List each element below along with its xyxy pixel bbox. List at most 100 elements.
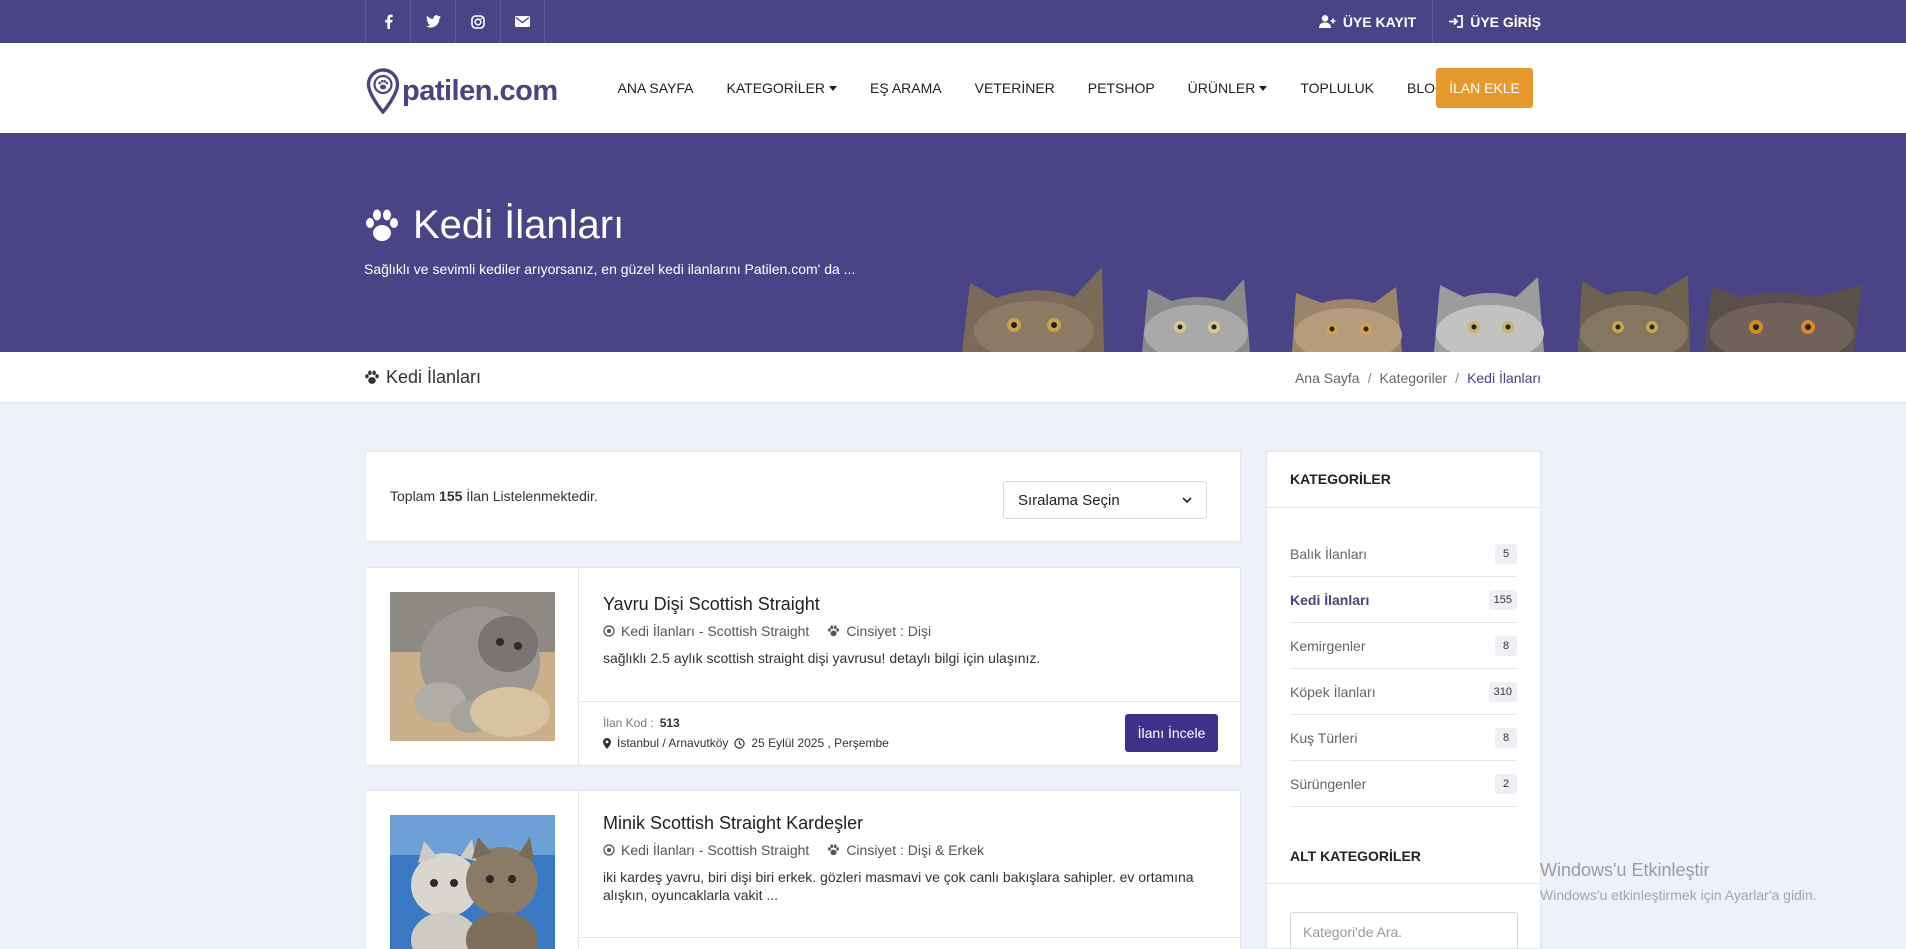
login-label: ÜYE GİRİŞ	[1470, 13, 1541, 30]
nav-item-veteriner[interactable]: VETERİNER	[958, 80, 1071, 96]
clock-icon	[734, 737, 746, 749]
category-item-kemirgenler[interactable]: Kemirgenler 8	[1290, 623, 1517, 669]
listing-title[interactable]: Minik Scottish Straight Kardeşler	[603, 813, 1220, 834]
nav-item-label: TOPLULUK	[1300, 80, 1375, 96]
listing-thumb-col	[366, 791, 579, 949]
category-count-badge: 155	[1488, 589, 1517, 610]
listing-location-text: İstanbul / Arnavutköy	[617, 736, 729, 750]
listing-photo[interactable]	[390, 592, 555, 741]
page-title: Kedi İlanları	[364, 367, 481, 388]
paw-icon	[366, 209, 398, 241]
category-label: Köpek İlanları	[1290, 683, 1376, 700]
category-label: Sürüngenler	[1290, 775, 1367, 792]
listing-category-text: Kedi İlanları - Scottish Straight	[621, 623, 810, 639]
category-search-input[interactable]: Kategori'de Ara.	[1290, 912, 1518, 949]
category-item-kedi[interactable]: Kedi İlanları 155	[1290, 577, 1517, 623]
envelope-icon[interactable]	[500, 0, 545, 43]
dot-circle-icon	[603, 625, 615, 637]
listing-description: iki kardeş yavru, biri dişi biri erkek. …	[603, 869, 1194, 903]
category-item-kus[interactable]: Kuş Türleri 8	[1290, 715, 1517, 761]
category-list: Balık İlanları 5 Kedi İlanları 155 Kemirge…	[1267, 508, 1540, 807]
map-marker-icon	[603, 737, 611, 749]
nav-item-urunler[interactable]: ÜRÜNLER	[1171, 80, 1284, 96]
paw-icon	[828, 844, 840, 856]
count-value: 155	[439, 488, 463, 504]
listing-meta: Kedi İlanları - Scottish Straight Cinsiy…	[603, 842, 1220, 858]
listing-photo[interactable]	[390, 815, 555, 949]
listing-location: İstanbul / Arnavutköy 25 Eylül 2025 , Pe…	[603, 736, 889, 750]
listing-category: Kedi İlanları - Scottish Straight	[603, 842, 809, 858]
category-label: Kuş Türleri	[1290, 729, 1358, 746]
category-count-badge: 8	[1495, 727, 1517, 748]
listing-meta: Kedi İlanları - Scottish Straight Cinsiy…	[603, 623, 1220, 639]
cats-banner-image	[962, 267, 1862, 352]
view-listing-button[interactable]: İlanı İncele	[1125, 714, 1218, 752]
nav-item-topluluk[interactable]: TOPLULUK	[1284, 80, 1391, 96]
register-label: ÜYE KAYIT	[1342, 13, 1417, 30]
twitter-icon[interactable]	[410, 0, 455, 43]
user-plus-icon	[1318, 15, 1336, 28]
main-menu: ANA SAYFA KATEGORİLER EŞ ARAMA VETERİNER…	[601, 43, 1462, 133]
category-label: Kedi İlanları	[1290, 591, 1370, 608]
listing-code-value: 513	[659, 716, 680, 730]
breadcrumb-bar: Kedi İlanları Ana Sayfa / Kategoriler / …	[0, 352, 1906, 403]
windows-activation-watermark: Windows'u Etkinleştir Windows'u etkinleş…	[1540, 860, 1817, 903]
facebook-icon[interactable]	[365, 0, 410, 43]
add-listing-button[interactable]: İLAN EKLE	[1436, 68, 1533, 108]
category-item-balik[interactable]: Balık İlanları 5	[1290, 531, 1517, 577]
page-title-text: Kedi İlanları	[386, 367, 482, 387]
breadcrumb-link-categories[interactable]: Kategoriler	[1379, 370, 1447, 386]
listing-card: Yavru Dişi Scottish Straight Kedi İlanla…	[365, 567, 1241, 766]
hero-subtitle: Sağlıklı ve sevimli kediler arıyorsanız,…	[364, 261, 856, 277]
category-item-surungenler[interactable]: Sürüngenler 2	[1290, 761, 1517, 807]
listing-summary: Toplam 155 İlan Listelenmektedir. Sırala…	[365, 451, 1241, 542]
breadcrumb-link-home[interactable]: Ana Sayfa	[1295, 370, 1360, 386]
nav-item-petshop[interactable]: PETSHOP	[1071, 80, 1171, 96]
nav-item-label: ANA SAYFA	[617, 80, 694, 96]
nav-item-label: ÜRÜNLER	[1187, 80, 1256, 96]
sign-in-icon	[1449, 15, 1464, 28]
caret-down-icon	[1259, 85, 1268, 91]
listing-title[interactable]: Yavru Dişi Scottish Straight	[603, 594, 1220, 615]
main-nav: patilen.com ANA SAYFA KATEGORİLER EŞ ARA…	[0, 43, 1906, 133]
nav-item-label: PETSHOP	[1087, 80, 1155, 96]
listing-category-text: Kedi İlanları - Scottish Straight	[621, 842, 810, 858]
nav-item-es-arama[interactable]: EŞ ARAMA	[854, 80, 959, 96]
chevron-down-icon	[1182, 497, 1192, 503]
register-link[interactable]: ÜYE KAYIT	[1303, 0, 1432, 43]
sort-select[interactable]: Sıralama Seçin	[1003, 481, 1207, 519]
paw-icon	[365, 370, 379, 384]
listing-code-label: İlan Kod :	[603, 716, 654, 730]
watermark-line-2: Windows'u etkinleştirmek için Ayarlar'a …	[1540, 887, 1817, 903]
watermark-line-1: Windows'u Etkinleştir	[1540, 860, 1710, 880]
listing-gender-text: Cinsiyet : Dişi	[846, 623, 932, 639]
listing-footer: İlan Kod : 513 İstanbul / Arnavutköy 25 E…	[579, 701, 1240, 765]
count-prefix: Toplam	[390, 488, 436, 504]
hero-banner: Kedi İlanları Sağlıklı ve sevimli kedile…	[0, 133, 1906, 352]
site-logo[interactable]: patilen.com	[366, 68, 558, 114]
listing-code: İlan Kod : 513	[603, 716, 680, 730]
sidebar-heading: KATEGORİLER	[1267, 452, 1540, 508]
social-links	[365, 0, 545, 43]
hero-title-text: Kedi İlanları	[413, 203, 625, 247]
paw-icon	[828, 625, 840, 637]
listing-body: Minik Scottish Straight Kardeşler Kedi İ…	[603, 813, 1220, 904]
category-label: Balık İlanları	[1290, 545, 1368, 562]
category-count-badge: 2	[1495, 773, 1517, 794]
instagram-icon[interactable]	[455, 0, 500, 43]
logo-text: patilen.com	[402, 74, 558, 107]
breadcrumb-separator: /	[1455, 370, 1460, 386]
nav-item-kategoriler[interactable]: KATEGORİLER	[710, 80, 854, 96]
listing-thumb-col	[366, 568, 579, 765]
listing-gender: Cinsiyet : Dişi	[827, 623, 931, 639]
nav-item-label: KATEGORİLER	[726, 80, 826, 96]
category-sidebar: KATEGORİLER Balık İlanları 5 Kedi İlanlar…	[1266, 451, 1541, 949]
listing-gender-text: Cinsiyet : Dişi & Erkek	[846, 842, 985, 858]
breadcrumb-separator: /	[1367, 370, 1372, 386]
listing-body: Yavru Dişi Scottish Straight Kedi İlanla…	[603, 594, 1220, 667]
category-item-kopek[interactable]: Köpek İlanları 310	[1290, 669, 1517, 715]
category-label: Kemirgenler	[1290, 637, 1366, 654]
nav-item-ana-sayfa[interactable]: ANA SAYFA	[601, 80, 710, 96]
listing-count: Toplam 155 İlan Listelenmektedir.	[390, 488, 598, 504]
login-link[interactable]: ÜYE GİRİŞ	[1432, 0, 1541, 43]
